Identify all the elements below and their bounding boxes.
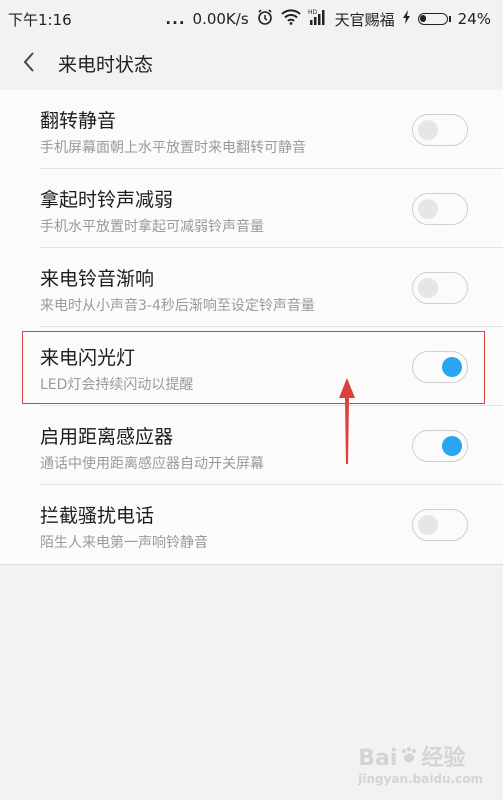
alarm-icon <box>256 8 274 30</box>
setting-row-block-spam[interactable]: 拦截骚扰电话 陌生人来电第一声响铃静音 <box>0 485 503 564</box>
setting-row-ringtone-fadein[interactable]: 来电铃音渐响 来电时从小声音3-4秒后渐响至设定铃声音量 <box>0 248 503 327</box>
hd-signal-icon: HD <box>308 8 328 30</box>
notification-dots: ... <box>165 10 186 28</box>
toggle-switch[interactable] <box>412 272 468 304</box>
title-bar: 来电时状态 <box>0 36 503 91</box>
toggle-switch[interactable] <box>412 114 468 146</box>
setting-label: 拿起时铃声减弱 <box>40 189 174 211</box>
toggle-switch[interactable] <box>412 430 468 462</box>
setting-row-pickup-quiet[interactable]: 拿起时铃声减弱 手机水平放置时拿起可减弱铃声音量 <box>0 169 503 248</box>
page-title: 来电时状态 <box>58 54 154 76</box>
toggle-switch[interactable] <box>412 509 468 541</box>
toggle-knob <box>418 199 438 219</box>
setting-label: 来电铃音渐响 <box>40 268 155 290</box>
watermark-text-2: 经验 <box>421 746 466 771</box>
status-time: 下午1:16 <box>8 11 72 29</box>
toggle-knob <box>418 278 438 298</box>
setting-description: 来电时从小声音3-4秒后渐响至设定铃声音量 <box>40 298 315 314</box>
charging-icon <box>402 10 411 28</box>
setting-description: 手机屏幕面朝上水平放置时来电翻转可静音 <box>40 140 306 156</box>
watermark-sub: jingyan.baidu.com <box>358 772 483 786</box>
setting-description: 手机水平放置时拿起可减弱铃声音量 <box>40 219 264 235</box>
setting-label: 翻转静音 <box>40 110 117 132</box>
wifi-icon <box>280 9 301 29</box>
battery-icon <box>417 13 451 25</box>
setting-description: 通话中使用距离感应器自动开关屏幕 <box>40 456 264 472</box>
status-bar: 下午1:16 ... 0.00K/s HD 天官赐福 24% <box>0 0 503 36</box>
toggle-knob <box>418 120 438 140</box>
battery-percent: 24% <box>457 10 491 28</box>
highlight-box <box>22 331 485 404</box>
paw-icon <box>399 745 419 771</box>
svg-text:HD: HD <box>308 9 318 16</box>
chevron-left-icon[interactable] <box>18 50 42 74</box>
setting-description: 陌生人来电第一声响铃静音 <box>40 535 208 551</box>
setting-label: 拦截骚扰电话 <box>40 505 155 527</box>
setting-row-flip-mute[interactable]: 翻转静音 手机屏幕面朝上水平放置时来电翻转可静音 <box>0 90 503 169</box>
setting-label: 启用距离感应器 <box>40 426 174 448</box>
carrier-name: 天官赐福 <box>334 10 395 29</box>
arrow-up-icon <box>337 376 357 470</box>
watermark: Bai 经验 jingyan.baidu.com <box>358 740 483 786</box>
settings-list: 翻转静音 手机屏幕面朝上水平放置时来电翻转可静音 拿起时铃声减弱 手机水平放置时… <box>0 90 503 565</box>
setting-row-proximity-sensor[interactable]: 启用距离感应器 通话中使用距离感应器自动开关屏幕 <box>0 406 503 485</box>
toggle-switch[interactable] <box>412 193 468 225</box>
watermark-text: Bai <box>358 746 398 771</box>
toggle-knob <box>442 436 462 456</box>
network-speed: 0.00K/s <box>192 10 249 28</box>
toggle-knob <box>418 515 438 535</box>
